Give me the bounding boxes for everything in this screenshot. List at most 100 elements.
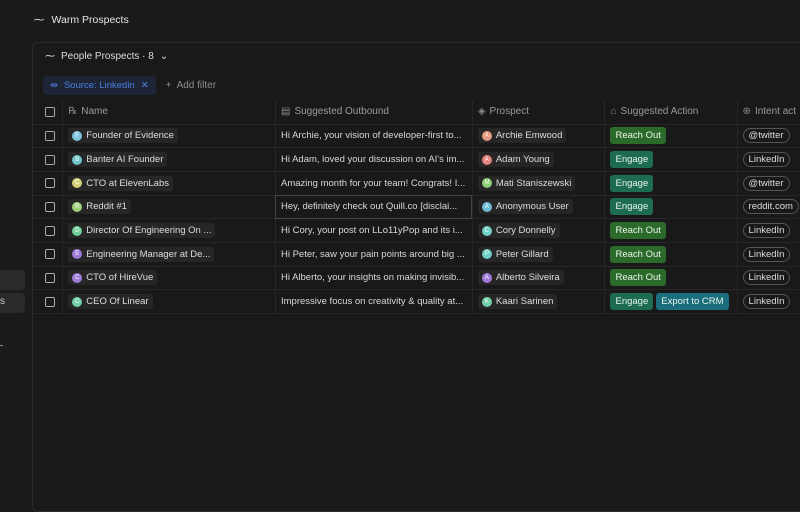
action-badge-engage[interactable]: Engage	[610, 151, 654, 169]
activity-icon: ⁓	[45, 51, 55, 62]
column-label: Suggested Action	[620, 106, 699, 118]
sidebar-item[interactable]	[0, 270, 25, 290]
add-filter-label: Add filter	[176, 80, 217, 91]
row-checkbox[interactable]	[45, 178, 55, 189]
outbound-cell[interactable]: Amazing month for your team! Congrats! I…	[275, 171, 473, 196]
intent-pill[interactable]: @twitter	[742, 175, 790, 191]
intent-pill[interactable]: LinkedIn	[742, 152, 791, 168]
prospect-name: Mati Staniszewski	[495, 177, 572, 189]
action-cell: Reach Out	[604, 242, 738, 267]
row-checkbox[interactable]	[45, 225, 55, 236]
action-badge-reach-out[interactable]: Reach Out	[610, 269, 666, 287]
close-icon[interactable]: ✕	[141, 80, 149, 91]
name-text: CTO at ElevenLabs	[86, 177, 169, 189]
intent-pill[interactable]: LinkedIn	[742, 246, 791, 262]
name-cell[interactable]: C CEO Of Linear	[62, 289, 276, 314]
name-text: Banter AI Founder	[86, 154, 164, 166]
row-checkbox[interactable]	[45, 249, 55, 260]
row-checkbox[interactable]	[45, 154, 55, 165]
prospect-cell[interactable]: C Cory Donnelly	[472, 218, 606, 243]
prospect-cell[interactable]: K Kaari Sarinen	[472, 289, 606, 314]
action-badge-reach-out[interactable]: Reach Out	[610, 222, 666, 240]
prospect-cell[interactable]: A Adam Young	[472, 147, 606, 172]
name-text: Reddit #1	[86, 201, 127, 213]
row-checkbox[interactable]	[45, 272, 55, 283]
action-cell: Engage	[604, 195, 738, 220]
table-row[interactable]: C CEO Of Linear Impressive focus on creat…	[33, 289, 800, 314]
table-row[interactable]: R Reddit #1 Hey, definitely check out Qui…	[33, 195, 800, 220]
outbound-cell[interactable]: Hey, definitely check out Quill.co [disc…	[275, 195, 473, 220]
name-cell[interactable]: C CTO at ElevenLabs	[62, 171, 276, 196]
action-cell: Engage	[604, 147, 738, 172]
table-row[interactable]: C CTO of HireVue Hi Alberto, your insight…	[33, 266, 800, 291]
intent-pill[interactable]: LinkedIn	[742, 294, 791, 310]
column-prospect[interactable]: ◈ Prospect	[472, 100, 606, 125]
table-row[interactable]: F Founder of Evidence Hi Archie, your vis…	[33, 124, 800, 149]
name-cell[interactable]: E Engineering Manager at De...	[62, 242, 276, 267]
name-cell[interactable]: F Founder of Evidence	[62, 124, 276, 149]
prospect-cell[interactable]: P Peter Gillard	[472, 242, 606, 267]
view-name: People Prospects · 8	[61, 51, 154, 62]
document-icon: ▤	[280, 106, 291, 118]
outbound-cell[interactable]: Hi Archie, your vision of developer-firs…	[275, 124, 473, 149]
action-badge-engage[interactable]: Engage	[610, 198, 654, 216]
avatar: A	[481, 130, 492, 141]
action-cell: Reach Out	[604, 124, 738, 149]
action-badge-reach-out[interactable]: Reach Out	[610, 245, 666, 263]
column-label: Name	[81, 106, 108, 118]
row-checkbox[interactable]	[45, 130, 55, 141]
action-badge-export[interactable]: Export to CRM	[656, 293, 729, 311]
row-checkbox[interactable]	[45, 296, 55, 307]
intent-pill[interactable]: @twitter	[742, 128, 790, 144]
outbound-cell[interactable]: Hi Adam, loved your discussion on AI's i…	[275, 147, 473, 172]
view-selector[interactable]: ⁓ People Prospects · 8 ⌄	[45, 51, 168, 62]
outbound-cell[interactable]: Hi Alberto, your insights on making invi…	[275, 266, 473, 291]
prospect-name: Cory Donnelly	[495, 225, 556, 237]
name-text: Founder of Evidence	[86, 130, 174, 142]
intent-pill[interactable]: reddit.com	[742, 199, 799, 215]
outbound-cell[interactable]: Hi Cory, your post on LLo11yPop and its …	[275, 218, 473, 243]
intent-cell: LinkedIn	[737, 147, 800, 172]
outbound-cell[interactable]: Impressive focus on creativity & quality…	[275, 289, 473, 314]
name-cell[interactable]: B Banter AI Founder	[62, 147, 276, 172]
prospect-cell[interactable]: M Mati Staniszewski	[472, 171, 606, 196]
table-row[interactable]: C CTO at ElevenLabs Amazing month for you…	[33, 171, 800, 196]
outbound-cell[interactable]: Hi Peter, saw your pain points around bi…	[275, 242, 473, 267]
name-text: CEO Of Linear	[86, 296, 149, 308]
name-cell[interactable]: D Director Of Engineering On ...	[62, 218, 276, 243]
avatar: P	[481, 249, 492, 260]
column-name[interactable]: ℞ Name	[62, 100, 276, 125]
intent-cell: @twitter	[737, 171, 800, 196]
intent-cell: reddit.com	[737, 195, 800, 220]
action-badge-engage[interactable]: Engage	[610, 174, 654, 192]
column-suggested-outbound[interactable]: ▤ Suggested Outbound	[275, 100, 473, 125]
avatar: B	[72, 154, 83, 165]
filter-chip-source[interactable]: ⇹ Source: Linkedin ✕	[43, 76, 156, 95]
prospect-cell[interactable]: A Alberto Silveira	[472, 266, 606, 291]
action-cell: Engage	[604, 171, 738, 196]
intent-cell: @twitter	[737, 124, 800, 149]
action-badge-reach-out[interactable]: Reach Out	[610, 127, 666, 145]
intent-pill[interactable]: LinkedIn	[742, 270, 791, 286]
sidebar-item[interactable]: s	[0, 293, 25, 313]
prospect-cell[interactable]: A Anonymous User	[472, 195, 606, 220]
intent-cell: LinkedIn	[737, 289, 800, 314]
filter-label: Source: Linkedin	[63, 80, 135, 91]
select-all-checkbox[interactable]	[45, 106, 55, 117]
avatar: M	[481, 178, 492, 189]
table-row[interactable]: E Engineering Manager at De... Hi Peter, …	[33, 242, 800, 267]
action-cell: Engage Export to CRM	[604, 289, 738, 314]
table-row[interactable]: D Director Of Engineering On ... Hi Cory,…	[33, 218, 800, 243]
column-intent[interactable]: ⊕ Intent act	[737, 100, 800, 125]
name-cell[interactable]: C CTO of HireVue	[62, 266, 276, 291]
prospect-cell[interactable]: A Archie Emwood	[472, 124, 606, 149]
add-filter-button[interactable]: + Add filter	[166, 80, 216, 91]
intent-cell: LinkedIn	[737, 266, 800, 291]
column-suggested-action[interactable]: ⌂ Suggested Action	[604, 100, 738, 125]
action-badge-engage[interactable]: Engage	[610, 293, 654, 311]
intent-pill[interactable]: LinkedIn	[742, 223, 791, 239]
table-row[interactable]: B Banter AI Founder Hi Adam, loved your d…	[33, 147, 800, 172]
name-cell[interactable]: R Reddit #1	[62, 195, 276, 220]
row-checkbox[interactable]	[45, 201, 55, 212]
name-text: CTO of HireVue	[86, 272, 154, 284]
